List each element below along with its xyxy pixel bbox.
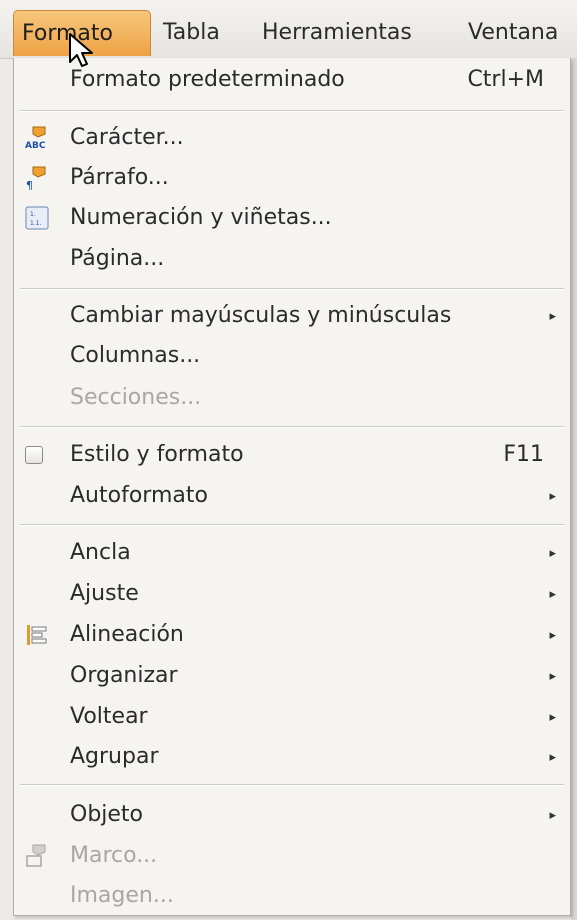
menu-item-frame: Marco... bbox=[14, 836, 570, 876]
submenu-arrow-icon: ▸ bbox=[549, 587, 556, 602]
shortcut-label: Ctrl+M bbox=[467, 67, 544, 92]
menu-item-label: Agrupar bbox=[70, 744, 159, 769]
menu-item-alignment[interactable]: Alineación ▸ bbox=[14, 615, 570, 655]
menu-item-label: Autoformato bbox=[70, 483, 208, 508]
menu-item-sections: Secciones... bbox=[14, 378, 570, 418]
menu-herramientas[interactable]: Herramientas bbox=[254, 10, 420, 56]
menu-separator bbox=[20, 426, 564, 428]
menu-item-group[interactable]: Agrupar ▸ bbox=[14, 737, 570, 777]
background-window-edge bbox=[571, 58, 577, 920]
submenu-arrow-icon: ▸ bbox=[549, 309, 556, 324]
frame-icon bbox=[26, 844, 46, 867]
character-abc-icon: ABC bbox=[25, 126, 46, 151]
menu-item-flip[interactable]: Voltear ▸ bbox=[14, 697, 570, 737]
submenu-arrow-icon: ▸ bbox=[549, 546, 556, 561]
menu-item-label: Numeración y viñetas... bbox=[70, 205, 332, 230]
menu-item-label: Párrafo... bbox=[70, 165, 169, 190]
shortcut-label: F11 bbox=[503, 442, 544, 467]
menu-item-autoformat[interactable]: Autoformato ▸ bbox=[14, 476, 570, 516]
menu-item-wrap[interactable]: Ajuste ▸ bbox=[14, 574, 570, 614]
menu-item-arrange[interactable]: Organizar ▸ bbox=[14, 656, 570, 696]
menu-item-label: Alineación bbox=[70, 622, 184, 647]
menu-item-character[interactable]: ABC Carácter... bbox=[14, 118, 570, 158]
submenu-arrow-icon: ▸ bbox=[549, 489, 556, 504]
menu-separator bbox=[20, 110, 564, 112]
menu-item-numbering-bullets[interactable]: 1. 1.1. Numeración y viñetas... bbox=[14, 198, 570, 238]
menu-item-label: Formato predeterminado bbox=[70, 67, 345, 92]
menu-item-label: Carácter... bbox=[70, 125, 184, 150]
submenu-arrow-icon: ▸ bbox=[549, 710, 556, 725]
svg-text:¶: ¶ bbox=[26, 179, 33, 191]
menu-item-page[interactable]: Página... bbox=[14, 239, 570, 279]
menu-item-label: Marco... bbox=[70, 843, 158, 868]
menu-item-label: Cambiar mayúsculas y minúsculas bbox=[70, 303, 452, 328]
checkbox[interactable] bbox=[25, 446, 43, 464]
menu-item-label: Página... bbox=[70, 246, 165, 271]
submenu-arrow-icon: ▸ bbox=[549, 669, 556, 684]
menu-item-anchor[interactable]: Ancla ▸ bbox=[14, 533, 570, 573]
paragraph-icon: ¶ bbox=[26, 166, 46, 191]
menu-ventana[interactable]: Ventana bbox=[460, 10, 566, 56]
menu-item-label: Organizar bbox=[70, 663, 178, 688]
svg-text:1.1.: 1.1. bbox=[30, 220, 42, 227]
menu-separator bbox=[20, 524, 564, 526]
numbering-icon: 1. 1.1. bbox=[25, 206, 49, 230]
submenu-arrow-icon: ▸ bbox=[549, 750, 556, 765]
menu-item-label: Secciones... bbox=[70, 385, 202, 410]
submenu-arrow-icon: ▸ bbox=[549, 808, 556, 823]
menu-item-object[interactable]: Objeto ▸ bbox=[14, 795, 570, 835]
menu-item-label: Estilo y formato bbox=[70, 442, 244, 467]
formato-dropdown-menu: Formato predeterminado Ctrl+M ABC Caráct… bbox=[13, 58, 571, 916]
menu-item-label: Imagen... bbox=[70, 883, 174, 908]
menu-item-label: Ajuste bbox=[70, 581, 139, 606]
menu-item-styles-formatting[interactable]: Estilo y formato F11 bbox=[14, 435, 570, 475]
menu-item-paragraph[interactable]: ¶ Párrafo... bbox=[14, 158, 570, 198]
submenu-arrow-icon: ▸ bbox=[549, 628, 556, 643]
menu-tabla[interactable]: Tabla bbox=[155, 10, 228, 56]
menu-item-label: Objeto bbox=[70, 802, 144, 827]
menu-separator bbox=[20, 784, 564, 786]
menu-separator bbox=[20, 288, 564, 290]
mouse-pointer-icon bbox=[69, 33, 93, 67]
menu-item-image: Imagen... bbox=[14, 876, 570, 916]
menu-item-label: Ancla bbox=[70, 540, 131, 565]
menu-item-label: Voltear bbox=[70, 704, 148, 729]
align-icon bbox=[27, 625, 47, 645]
menu-item-change-case[interactable]: Cambiar mayúsculas y minúsculas ▸ bbox=[14, 296, 570, 336]
menu-item-columns[interactable]: Columnas... bbox=[14, 336, 570, 376]
svg-text:1.: 1. bbox=[30, 211, 36, 218]
menu-item-label: Columnas... bbox=[70, 343, 201, 368]
svg-text:ABC: ABC bbox=[25, 141, 46, 151]
